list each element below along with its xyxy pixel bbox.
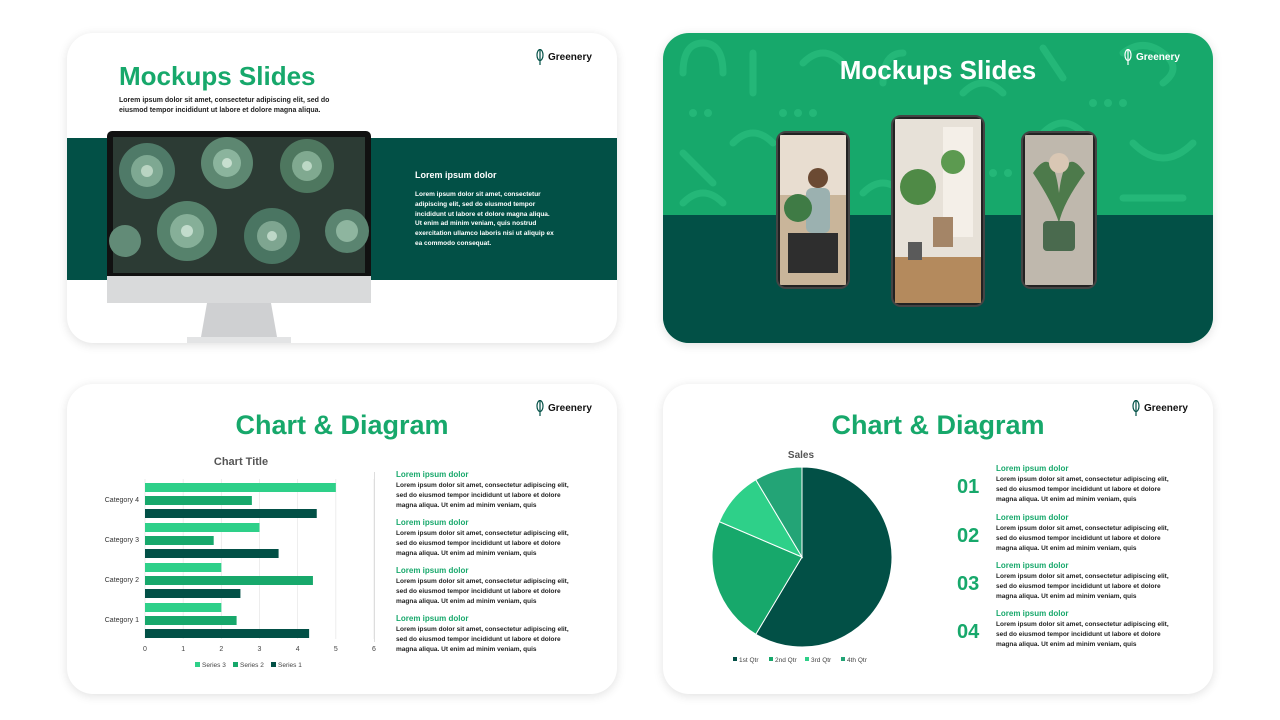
legend-label: 1st Qtr — [739, 657, 759, 664]
leaf-icon — [536, 49, 544, 65]
bar-series-1 — [145, 549, 279, 558]
y-tick-label: Category 4 — [105, 497, 139, 504]
legend-swatch — [733, 657, 737, 661]
slide-title: Chart & Diagram — [831, 410, 1045, 440]
text-block-heading: Lorem ipsum dolor — [996, 513, 1069, 522]
bar-series-3 — [145, 603, 222, 612]
text-block-heading: Lorem ipsum dolor — [996, 464, 1069, 473]
divider — [374, 472, 375, 642]
legend-swatch — [769, 657, 773, 661]
text-block-body: Lorem ipsum dolor sit amet, consectetur … — [396, 626, 569, 653]
bar-series-1 — [145, 589, 241, 598]
bar-series-2 — [145, 576, 313, 585]
bar-series-2 — [145, 496, 252, 505]
text-block-heading: Lorem ipsum dolor — [396, 518, 469, 527]
brand-name: Greenery — [548, 51, 592, 63]
bar-series-2 — [145, 536, 214, 545]
legend-swatch — [841, 657, 845, 661]
text-block: Lorem ipsum dolor Lorem ipsum dolor sit a… — [396, 518, 571, 558]
legend-swatch — [195, 662, 200, 667]
text-block-body: Lorem ipsum dolor sit amet, consectetur … — [996, 621, 1169, 648]
phone-mockup-left — [776, 131, 850, 289]
brand-logo: Greenery — [1124, 49, 1180, 65]
legend-label: 4th Qtr — [847, 657, 868, 664]
slide-pie-chart[interactable]: Greenery Chart & Diagram Sales 1st Qtr 2nd… — [663, 384, 1213, 694]
bar-series-1 — [145, 509, 317, 518]
text-block: Lorem ipsum dolor Lorem ipsum dolor sit a… — [996, 609, 1171, 649]
slide-mockups-monitor[interactable]: Greenery Mockups Slides Lorem ipsum dolo… — [67, 33, 617, 343]
x-tick-label: 1 — [181, 646, 185, 653]
monitor-mockup — [107, 131, 371, 343]
step-number: 02 — [957, 525, 980, 547]
step-number: 03 — [957, 573, 980, 595]
legend-label: Series 2 — [240, 662, 264, 669]
text-block-heading: Lorem ipsum dolor — [996, 609, 1069, 618]
x-tick-label: 2 — [219, 646, 223, 653]
text-block: Lorem ipsum dolor Lorem ipsum dolor sit a… — [996, 561, 1171, 601]
brand-name: Greenery — [1136, 51, 1180, 63]
card-body: Lorem ipsum dolor sit amet, consectetur … — [415, 191, 554, 247]
chart-title: Sales — [788, 450, 815, 461]
pie-chart: Sales 1st Qtr 2nd Qtr 3rd Qtr 4th Qtr — [711, 450, 893, 664]
bar-series-3 — [145, 523, 260, 532]
bar-series-1 — [145, 629, 310, 638]
bar-series-3 — [145, 563, 222, 572]
legend-label: 2nd Qtr — [775, 657, 798, 664]
x-tick-label: 6 — [372, 646, 376, 653]
brand-logo: Greenery — [536, 49, 592, 65]
phone-screen-photo — [1025, 135, 1093, 285]
phone-mockup-right — [1021, 131, 1097, 289]
phone-mockup-center — [891, 115, 985, 307]
bar-chart: Chart Title 0 1 2 3 4 5 6 Category 1 Category 2 Ca… — [105, 456, 376, 669]
slide-subtitle: Lorem ipsum dolor sit amet, consectetur … — [119, 97, 330, 114]
phone-screen-photo — [895, 119, 981, 303]
y-tick-label: Category 3 — [105, 537, 139, 544]
bar-series-3 — [145, 483, 336, 492]
slide-bar-chart[interactable]: Greenery Chart & Diagram Chart Title 0 1 2 3… — [67, 384, 617, 694]
legend-label: Series 1 — [278, 662, 302, 669]
text-block-heading: Lorem ipsum dolor — [396, 566, 469, 575]
slide-title: Chart & Diagram — [235, 410, 449, 440]
x-tick-label: 5 — [334, 646, 338, 653]
bar-series-2 — [145, 616, 237, 625]
step-number: 04 — [957, 621, 980, 643]
legend-swatch — [805, 657, 809, 661]
chart-title: Chart Title — [214, 456, 268, 468]
text-block-body: Lorem ipsum dolor sit amet, consectetur … — [996, 573, 1169, 600]
y-tick-label: Category 2 — [105, 577, 139, 584]
legend-swatch — [271, 662, 276, 667]
text-block-heading: Lorem ipsum dolor — [396, 614, 469, 623]
text-block-heading: Lorem ipsum dolor — [396, 470, 469, 479]
text-block-heading: Lorem ipsum dolor — [996, 561, 1069, 570]
text-block: Lorem ipsum dolor Lorem ipsum dolor sit a… — [996, 513, 1171, 553]
leaf-icon — [1124, 49, 1132, 65]
text-block-body: Lorem ipsum dolor sit amet, consectetur … — [396, 530, 569, 557]
x-tick-label: 4 — [296, 646, 300, 653]
phone-screen-photo — [780, 135, 846, 285]
text-block: Lorem ipsum dolor Lorem ipsum dolor sit a… — [996, 464, 1171, 504]
legend-label: 3rd Qtr — [811, 657, 832, 664]
text-block-body: Lorem ipsum dolor sit amet, consectetur … — [996, 476, 1169, 503]
text-block: Lorem ipsum dolor Lorem ipsum dolor sit a… — [396, 614, 571, 654]
y-tick-label: Category 1 — [105, 617, 139, 624]
text-block: Lorem ipsum dolor Lorem ipsum dolor sit a… — [396, 470, 571, 510]
slide-mockups-phones[interactable]: Mockups Slides Greenery — [663, 33, 1213, 343]
legend-swatch — [233, 662, 238, 667]
x-tick-label: 0 — [143, 646, 147, 653]
slide-title: Mockups Slides — [119, 61, 316, 91]
x-tick-label: 3 — [258, 646, 262, 653]
text-block-body: Lorem ipsum dolor sit amet, consectetur … — [996, 525, 1169, 552]
legend-label: Series 3 — [202, 662, 226, 669]
text-block: Lorem ipsum dolor Lorem ipsum dolor sit a… — [396, 566, 571, 606]
text-block-body: Lorem ipsum dolor sit amet, consectetur … — [396, 482, 569, 509]
card-title: Lorem ipsum dolor — [415, 170, 497, 180]
text-block-body: Lorem ipsum dolor sit amet, consectetur … — [396, 578, 569, 605]
step-number: 01 — [957, 476, 980, 498]
